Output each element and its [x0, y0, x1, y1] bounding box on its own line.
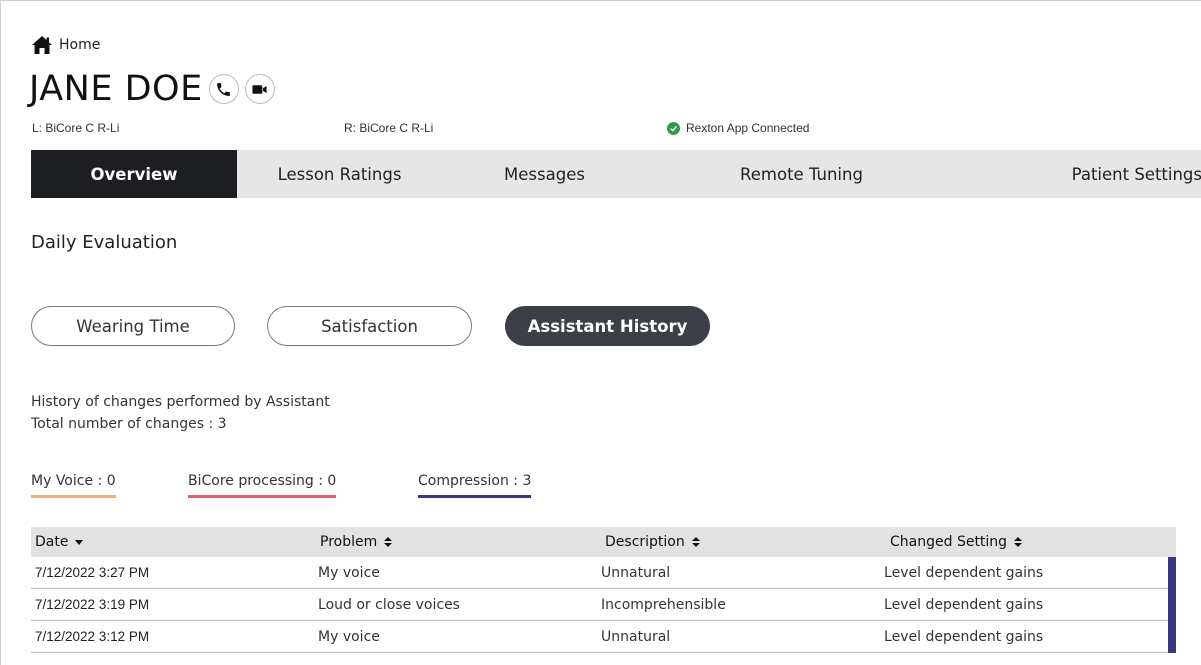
history-description: History of changes performed by Assistan…: [31, 394, 330, 410]
column-label: Description: [605, 534, 685, 550]
legend-color-bar: [418, 495, 532, 498]
column-label: Problem: [320, 534, 378, 550]
tab-overview[interactable]: Overview: [31, 150, 237, 198]
breadcrumb-home[interactable]: Home: [31, 35, 100, 55]
check-circle-icon: [667, 121, 680, 135]
column-label: Changed Setting: [890, 534, 1008, 550]
section-title: Daily Evaluation: [31, 232, 178, 253]
cell-problem: Loud or close voices: [318, 596, 460, 613]
legend-color-bar: [188, 495, 337, 498]
satisfaction-button[interactable]: Satisfaction: [267, 306, 472, 346]
cell-date: 7/12/2022 3:27 PM: [35, 565, 150, 580]
column-label: Date: [35, 534, 69, 550]
video-call-button[interactable]: [244, 74, 275, 104]
wearing-time-button[interactable]: Wearing Time: [31, 306, 235, 346]
phone-icon: [215, 81, 232, 98]
patient-header: JANE DOE: [29, 69, 275, 109]
sort-icon: [383, 536, 393, 548]
connection-status: Rexton App Connected: [667, 121, 809, 135]
home-icon: [31, 35, 53, 55]
main-tabs: Overview Lesson Ratings Messages Remote …: [31, 150, 1201, 198]
table-row[interactable]: 7/12/2022 3:27 PM My voice Unnatural Lev…: [31, 557, 1168, 589]
cell-description: Incomprehensible: [601, 596, 726, 613]
sort-icon: [1013, 536, 1023, 548]
patient-name: JANE DOE: [29, 69, 203, 109]
cell-date: 7/12/2022 3:12 PM: [35, 629, 150, 644]
tab-remote-tuning[interactable]: Remote Tuning: [647, 150, 956, 198]
legend-color-bar: [31, 495, 116, 498]
legend-label: BiCore processing : 0: [188, 473, 337, 489]
legend-my-voice[interactable]: My Voice : 0: [31, 473, 116, 498]
tab-messages[interactable]: Messages: [442, 150, 647, 198]
cell-changed-setting: Level dependent gains: [884, 564, 1044, 581]
legend-label: Compression : 3: [418, 473, 532, 489]
cell-description: Unnatural: [601, 564, 671, 581]
cell-changed-setting: Level dependent gains: [884, 628, 1044, 645]
video-camera-icon: [251, 81, 268, 98]
cell-problem: My voice: [318, 628, 380, 645]
page-frame: Home JANE DOE L: BiCore C R-Li R: BiCore…: [0, 0, 1201, 665]
tab-patient-settings[interactable]: Patient Settings: [956, 150, 1201, 198]
table-body: 7/12/2022 3:27 PM My voice Unnatural Lev…: [31, 557, 1176, 653]
legend-compression[interactable]: Compression : 3: [418, 473, 532, 498]
assistant-history-button[interactable]: Assistant History: [505, 306, 710, 346]
column-header-description[interactable]: Description: [601, 534, 886, 550]
right-device-label: R: BiCore C R-Li: [344, 121, 434, 135]
caret-down-icon: [74, 536, 84, 548]
total-changes: Total number of changes : 3: [31, 416, 227, 432]
legend-label: My Voice : 0: [31, 473, 116, 489]
sort-icon: [691, 536, 701, 548]
connection-status-label: Rexton App Connected: [686, 121, 810, 135]
call-button[interactable]: [208, 74, 239, 104]
table-header: Date Problem Description Changed Setting: [31, 527, 1176, 557]
left-device-label: L: BiCore C R-Li: [32, 121, 120, 135]
column-header-date[interactable]: Date: [31, 534, 316, 550]
legend-bicore-processing[interactable]: BiCore processing : 0: [188, 473, 337, 498]
cell-date: 7/12/2022 3:19 PM: [35, 597, 150, 612]
cell-description: Unnatural: [601, 628, 671, 645]
tab-lesson-ratings[interactable]: Lesson Ratings: [237, 150, 442, 198]
history-table: Date Problem Description Changed Setting…: [31, 527, 1176, 653]
column-header-changed-setting[interactable]: Changed Setting: [886, 534, 1176, 550]
cell-problem: My voice: [318, 564, 380, 581]
column-header-problem[interactable]: Problem: [316, 534, 601, 550]
table-row[interactable]: 7/12/2022 3:19 PM Loud or close voices I…: [31, 589, 1168, 621]
table-row[interactable]: 7/12/2022 3:12 PM My voice Unnatural Lev…: [31, 621, 1168, 653]
cell-changed-setting: Level dependent gains: [884, 596, 1044, 613]
breadcrumb-label: Home: [59, 37, 101, 53]
